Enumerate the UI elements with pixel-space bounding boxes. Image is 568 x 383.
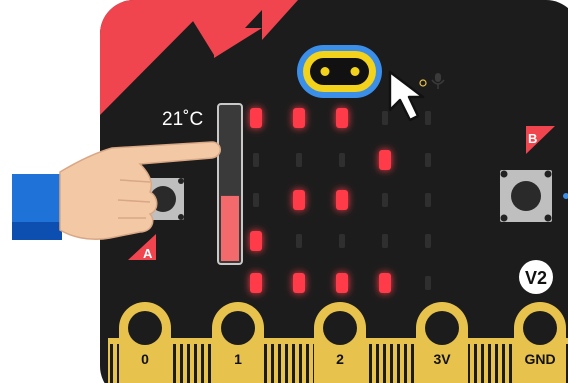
connector-finger xyxy=(110,344,113,383)
connector-finger xyxy=(397,344,400,383)
led-on-r4-c2 xyxy=(336,273,348,293)
led-off-r1-c2 xyxy=(339,153,345,167)
thermometer[interactable] xyxy=(217,103,243,265)
pin-hole xyxy=(523,311,557,345)
connector-finger xyxy=(488,344,491,383)
led-on-r1-c3 xyxy=(379,150,391,170)
connector-finger xyxy=(173,344,176,383)
led-on-r4-c1 xyxy=(293,273,305,293)
pin-2[interactable]: 2 xyxy=(314,302,366,383)
led-off-r2-c0 xyxy=(253,193,259,207)
led-off-r3-c3 xyxy=(382,234,388,248)
led-off-r3-c2 xyxy=(339,234,345,248)
version-badge-label: V2 xyxy=(525,268,547,288)
connector-finger xyxy=(369,344,372,383)
led-off-r1-c4 xyxy=(425,153,431,167)
connector-finger xyxy=(390,344,393,383)
pin-label: 2 xyxy=(336,351,344,367)
led-off-r3-c1 xyxy=(296,234,302,248)
button-a-label: A xyxy=(143,246,153,261)
connector-finger xyxy=(278,344,281,383)
led-on-r2-c1 xyxy=(293,190,305,210)
connector-finger xyxy=(194,344,197,383)
microbit-simulator: 21˚C A B V2 0 1 2 3V GND xyxy=(0,0,568,383)
pin-3v[interactable]: 3V xyxy=(416,302,468,383)
thermometer-fill xyxy=(221,195,239,261)
pin-gnd[interactable]: GND xyxy=(514,302,566,383)
pin-hole xyxy=(323,311,357,345)
led-off-r2-c4 xyxy=(425,193,431,207)
led-on-r4-c3 xyxy=(379,273,391,293)
led-on-r3-c0 xyxy=(250,231,262,251)
led-off-r1-c0 xyxy=(253,153,259,167)
connector-finger xyxy=(481,344,484,383)
connector-finger xyxy=(187,344,190,383)
connector-finger xyxy=(292,344,295,383)
microbit-logo-icon[interactable] xyxy=(297,45,382,98)
button-b-label: B xyxy=(528,131,537,146)
pin-label: 0 xyxy=(141,351,149,367)
temperature-label: 21˚C xyxy=(162,109,203,130)
connector-finger xyxy=(180,344,183,383)
pin-0[interactable]: 0 xyxy=(119,302,171,383)
connector-finger xyxy=(509,344,512,383)
connector-finger xyxy=(404,344,407,383)
connector-finger xyxy=(208,344,211,383)
led-on-r0-c0 xyxy=(250,108,262,128)
connector-finger xyxy=(306,344,309,383)
pin-1[interactable]: 1 xyxy=(212,302,264,383)
connector-finger xyxy=(271,344,274,383)
microbit-board-canvas: 21˚C A B V2 0 1 2 3V GND xyxy=(12,0,568,383)
button-b[interactable] xyxy=(500,170,552,222)
led-off-r3-c4 xyxy=(425,234,431,248)
led-off-r2-c3 xyxy=(382,193,388,207)
connector-finger xyxy=(495,344,498,383)
led-off-r1-c1 xyxy=(296,153,302,167)
pin-hole xyxy=(425,311,459,345)
connector-finger xyxy=(474,344,477,383)
led-off-r4-c4 xyxy=(425,276,431,290)
led-on-r2-c2 xyxy=(336,190,348,210)
pin-hole xyxy=(128,311,162,345)
connector-finger xyxy=(299,344,302,383)
pin-label: GND xyxy=(524,351,555,367)
version-badge: V2 xyxy=(519,260,553,294)
led-on-r0-c2 xyxy=(336,108,348,128)
led-on-r0-c1 xyxy=(293,108,305,128)
pin-hole xyxy=(221,311,255,345)
connector-finger xyxy=(411,344,414,383)
connector-finger xyxy=(285,344,288,383)
connector-finger xyxy=(201,344,204,383)
connector-finger xyxy=(383,344,386,383)
led-off-r0-c3 xyxy=(382,111,388,125)
pin-label: 1 xyxy=(234,351,242,367)
connector-finger xyxy=(502,344,505,383)
led-off-r0-c4 xyxy=(425,111,431,125)
connector-finger xyxy=(376,344,379,383)
led-on-r4-c0 xyxy=(250,273,262,293)
connector-finger xyxy=(264,344,267,383)
pin-label: 3V xyxy=(433,351,451,367)
